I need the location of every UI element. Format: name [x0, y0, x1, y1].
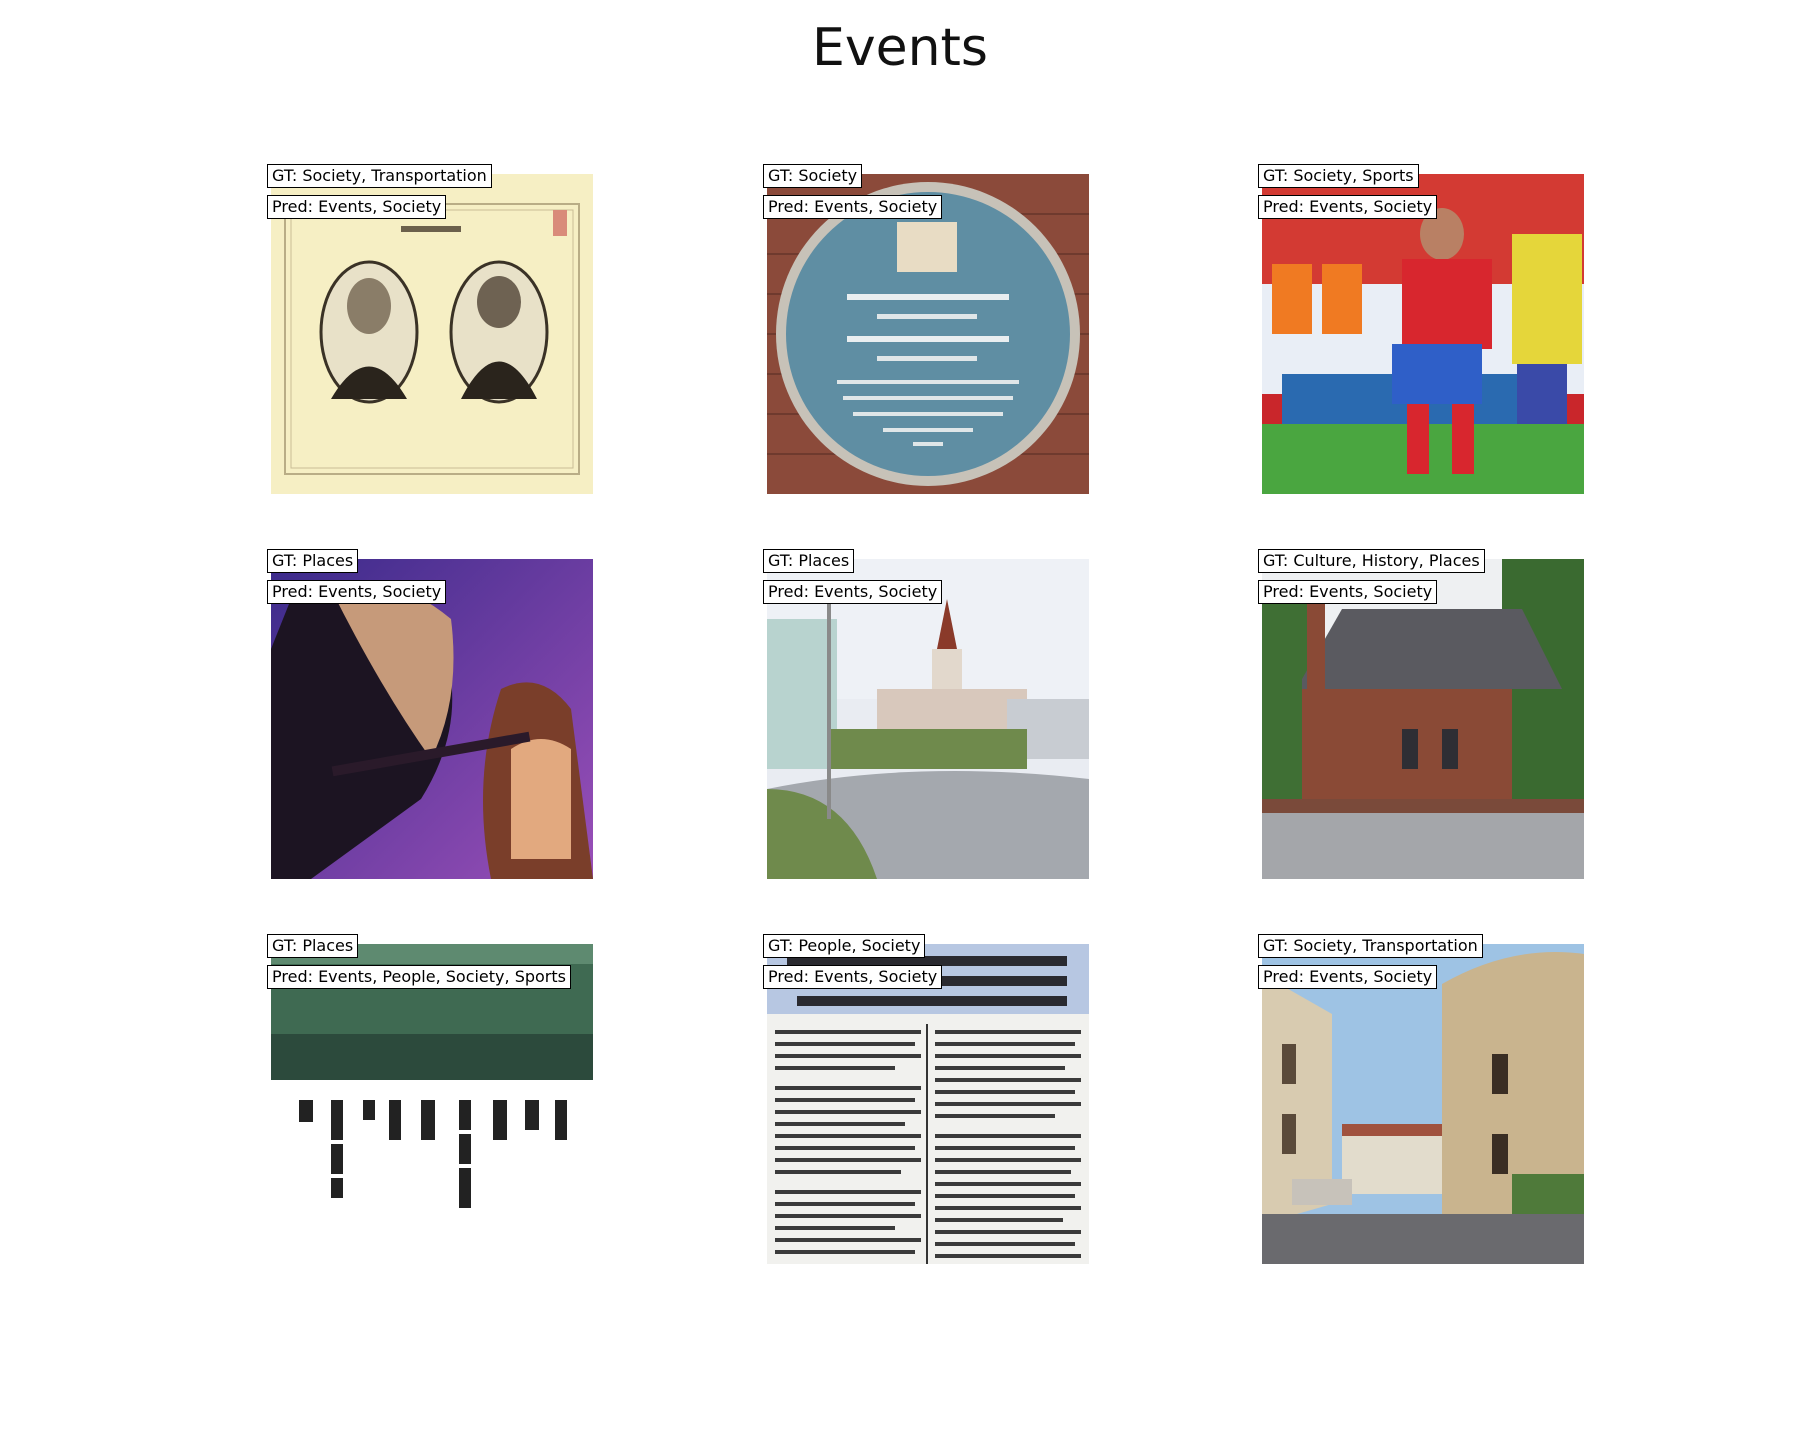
pred-label: Pred: Events, Society	[1258, 580, 1438, 604]
concert-image	[271, 559, 593, 879]
gt-label: GT: Places	[267, 549, 359, 573]
gt-label: GT: Culture, History, Places	[1258, 549, 1485, 573]
gt-label: GT: Society, Transportation	[267, 164, 492, 188]
panel-street: GT: Society, Transportation Pred: Events…	[1258, 934, 1584, 1264]
panel-founders: GT: Society, Transportation Pred: Events…	[267, 164, 593, 494]
football-image	[1262, 174, 1584, 494]
town-image	[767, 559, 1089, 879]
panel-concert: GT: Places Pred: Events, Society	[267, 549, 593, 879]
plaque-image	[767, 174, 1089, 494]
founders-portrait-image	[271, 174, 593, 494]
gt-label: GT: Places	[763, 549, 855, 573]
panel-tablet: GT: Places Pred: Events, People, Society…	[267, 934, 593, 1264]
figure-title: Events	[811, 18, 989, 78]
tablet-image	[271, 944, 593, 1264]
pred-label: Pred: Events, Society	[763, 580, 943, 604]
pred-label: Pred: Events, Society	[267, 580, 447, 604]
panel-football: GT: Society, Sports Pred: Events, Societ…	[1258, 164, 1584, 494]
pred-label: Pred: Events, Society	[1258, 965, 1438, 989]
gt-label: GT: Places	[267, 934, 359, 958]
pred-label: Pred: Events, Society	[763, 965, 943, 989]
street-image	[1262, 944, 1584, 1264]
gt-label: GT: Society	[763, 164, 863, 188]
church-image	[1262, 559, 1584, 879]
gt-label: GT: Society, Transportation	[1258, 934, 1483, 958]
newspaper-image	[767, 944, 1089, 1264]
figure: Events GT: Society, Transportation Pred:…	[0, 0, 1800, 1440]
gt-label: GT: Society, Sports	[1258, 164, 1419, 188]
pred-label: Pred: Events, Society	[763, 195, 943, 219]
panel-church: GT: Culture, History, Places Pred: Event…	[1258, 549, 1584, 879]
pred-label: Pred: Events, People, Society, Sports	[267, 965, 571, 989]
pred-label: Pred: Events, Society	[267, 195, 447, 219]
pred-label: Pred: Events, Society	[1258, 195, 1438, 219]
panel-plaque: GT: Society Pred: Events, Society	[763, 164, 1089, 494]
gt-label: GT: People, Society	[763, 934, 926, 958]
panel-newspaper: GT: People, Society Pred: Events, Societ…	[763, 934, 1089, 1264]
panel-town: GT: Places Pred: Events, Society	[763, 549, 1089, 879]
